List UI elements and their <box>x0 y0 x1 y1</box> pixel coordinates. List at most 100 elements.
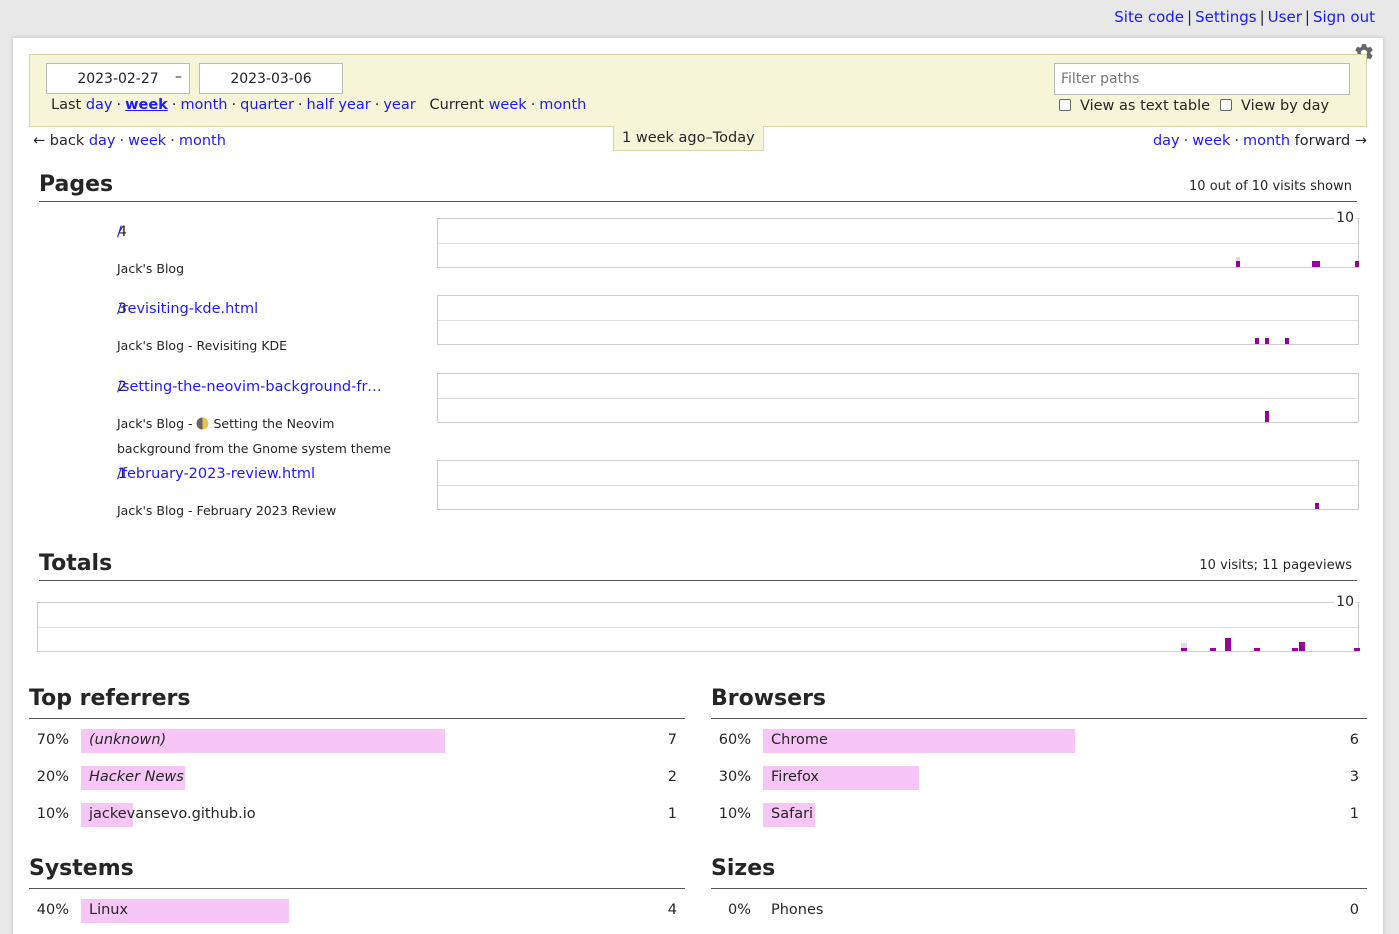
sign-out-link[interactable]: Sign out <box>1313 8 1375 26</box>
view-by-day-toggle[interactable]: View by day <box>1220 98 1329 114</box>
row-percent: 10% <box>718 806 751 822</box>
row-label: Phones <box>771 902 824 918</box>
row-percent: 40% <box>36 902 69 918</box>
current-label: Current <box>429 97 484 113</box>
chart-bar <box>1236 261 1240 267</box>
dashboard: – Last day·week·month·quarter·half year·… <box>13 38 1383 934</box>
totals-header: Totals 10 visits; 11 pageviews <box>39 551 1357 581</box>
sizes-row[interactable]: 0% Phones 0 <box>711 899 1367 925</box>
totals-chart[interactable]: 10 <box>37 594 1360 652</box>
row-count: 1 <box>667 806 677 822</box>
referrers-row[interactable]: 20% Hacker News 2 <box>29 766 685 792</box>
chart-bar <box>1225 638 1231 651</box>
forward-nav: day · week · month forward → <box>1152 133 1367 149</box>
back-week-link[interactable]: week <box>128 133 166 149</box>
row-percent: 20% <box>36 769 69 785</box>
back-month-link[interactable]: month <box>179 133 226 149</box>
referrers-title: Top referrers <box>29 686 685 719</box>
row-label: Firefox <box>771 769 819 785</box>
date-end-input[interactable] <box>199 63 343 94</box>
period-last-week[interactable]: week <box>125 97 168 113</box>
sizes-title: Sizes <box>711 856 1367 889</box>
pages-header: Pages 10 out of 10 visits shown <box>39 172 1357 202</box>
chart-midline <box>438 398 1358 399</box>
chart-midline <box>38 627 1358 628</box>
date-separator: – <box>175 69 182 85</box>
page-title: Jack's Blog - Revisiting KDE <box>117 338 288 353</box>
row-percent: 70% <box>36 732 69 748</box>
chart-bar <box>1254 648 1260 651</box>
chart-bar <box>1316 261 1320 267</box>
row-count: 0 <box>1349 902 1359 918</box>
pages-meta: 10 out of 10 visits shown <box>1189 179 1352 194</box>
chart-bar <box>1315 503 1319 509</box>
browsers-row[interactable]: 60% Chrome 6 <box>711 729 1367 755</box>
chart-midline <box>438 320 1358 321</box>
chart-max-label: 10 <box>1334 210 1356 226</box>
filter-bar: – Last day·week·month·quarter·half year·… <box>29 54 1367 127</box>
page-chart[interactable]: 10 <box>437 210 1359 268</box>
browsers-title: Browsers <box>711 686 1367 719</box>
back-nav: ← back day · week · month <box>33 133 226 149</box>
period-current-week[interactable]: week <box>489 97 527 113</box>
page-path-link[interactable]: /setting-the-neovim-background-fro... <box>117 379 387 395</box>
row-percent: 30% <box>718 769 751 785</box>
page-path-link[interactable]: / <box>117 224 122 240</box>
row-count: 4 <box>667 902 677 918</box>
period-last-day[interactable]: day <box>86 97 113 113</box>
page-chart[interactable] <box>437 460 1359 510</box>
period-last-quarter[interactable]: quarter <box>240 97 294 113</box>
checkbox-icon[interactable] <box>1059 99 1071 111</box>
browsers-row[interactable]: 30% Firefox 3 <box>711 766 1367 792</box>
chart-bar <box>1255 338 1259 344</box>
referrers-row[interactable]: 10% jackevansevo.github.io 1 <box>29 803 685 829</box>
filter-paths-input[interactable] <box>1054 63 1350 95</box>
systems-title: Systems <box>29 856 685 889</box>
totals-meta: 10 visits; 11 pageviews <box>1199 558 1352 573</box>
checkbox-icon[interactable] <box>1220 99 1232 111</box>
row-count: 3 <box>1349 769 1359 785</box>
period-label: 1 week ago–Today <box>613 126 764 151</box>
back-day-link[interactable]: day <box>89 133 116 149</box>
pages-title: Pages <box>39 172 114 197</box>
browsers-row[interactable]: 10% Safari 1 <box>711 803 1367 829</box>
user-link[interactable]: User <box>1268 8 1302 26</box>
page-chart[interactable] <box>437 373 1359 423</box>
period-last-half-year[interactable]: half year <box>307 97 371 113</box>
chart-bar <box>1355 261 1359 267</box>
forward-month-link[interactable]: month <box>1243 133 1290 149</box>
chart-bar <box>1285 338 1289 344</box>
row-count: 7 <box>667 732 677 748</box>
view-as-text-table-toggle[interactable]: View as text table <box>1059 98 1210 114</box>
page-chart[interactable] <box>437 295 1359 345</box>
forward-week-link[interactable]: week <box>1192 133 1230 149</box>
forward-day-link[interactable]: day <box>1153 133 1180 149</box>
chart-midline <box>438 243 1358 244</box>
last-label: Last <box>51 97 82 113</box>
settings-link[interactable]: Settings <box>1195 8 1257 26</box>
row-percent: 0% <box>727 902 751 918</box>
chart-bar <box>1210 648 1216 651</box>
chart-bar <box>1299 642 1305 651</box>
row-count: 6 <box>1349 732 1359 748</box>
page-title-prefix: Jack's Blog - <box>117 416 197 431</box>
date-start-input[interactable] <box>46 63 190 94</box>
row-label: Safari <box>771 806 814 822</box>
page-title: Jack's Blog - Setting the Neovim backgro… <box>117 411 407 461</box>
chart-max-label: 10 <box>1334 594 1356 610</box>
row-count: 1 <box>1349 806 1359 822</box>
row-label: (unknown) <box>89 732 167 748</box>
page-path-link[interactable]: /february-2023-review.html <box>117 466 315 482</box>
site-code-link[interactable]: Site code <box>1114 8 1184 26</box>
systems-row[interactable]: 40% Linux 4 <box>29 899 685 925</box>
page-path-link[interactable]: /revisiting-kde.html <box>117 301 258 317</box>
period-current-month[interactable]: month <box>539 97 586 113</box>
chart-bar <box>1292 648 1298 651</box>
period-last-month[interactable]: month <box>180 97 227 113</box>
row-count: 2 <box>667 769 677 785</box>
page-title: Jack's Blog <box>117 261 185 276</box>
period-last-year[interactable]: year <box>383 97 415 113</box>
chart-midline <box>438 485 1358 486</box>
period-selector: Last day · week · month · quarter · half year · ye… <box>51 97 587 113</box>
referrers-row[interactable]: 70% (unknown) 7 <box>29 729 685 755</box>
